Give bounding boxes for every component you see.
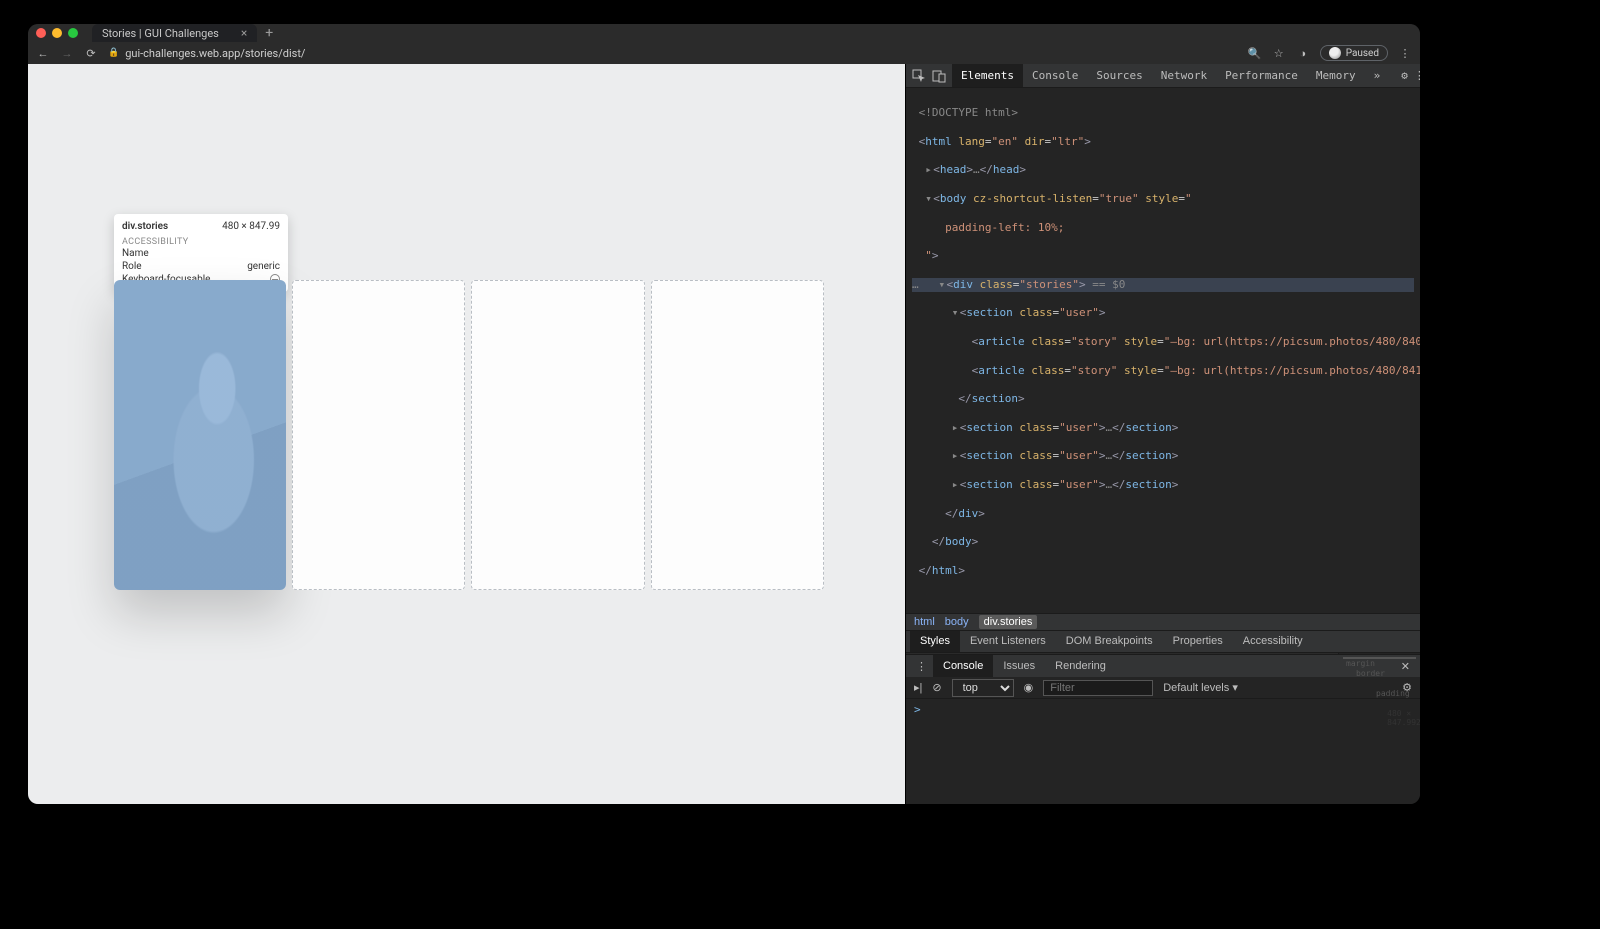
story-card-placeholder[interactable] xyxy=(471,280,645,590)
styles-tab-props[interactable]: Properties xyxy=(1163,631,1233,652)
styles-tab-listeners[interactable]: Event Listeners xyxy=(960,631,1056,652)
crumb-html[interactable]: html xyxy=(914,616,935,628)
console-sidebar-icon[interactable]: ▸| xyxy=(914,681,922,694)
console-drawer: ⋮ Console Issues Rendering ✕ ▸| ⊘ top ◉ … xyxy=(906,654,1420,804)
tooltip-role-value: generic xyxy=(247,261,280,272)
log-levels-select[interactable]: Default levels ▾ xyxy=(1163,681,1238,694)
styles-tab-a11y[interactable]: Accessibility xyxy=(1233,631,1313,652)
tab-memory[interactable]: Memory xyxy=(1307,64,1365,87)
kebab-icon[interactable]: ⋮ xyxy=(1414,68,1420,84)
device-toolbar-icon[interactable] xyxy=(932,68,946,84)
stories-grid[interactable] xyxy=(114,280,824,590)
drawer-close-icon[interactable]: ✕ xyxy=(1395,660,1416,673)
new-tab-button[interactable]: + xyxy=(265,25,273,41)
dom-tree[interactable]: <!DOCTYPE html> <html lang="en" dir="ltr… xyxy=(906,88,1420,613)
story-card-placeholder[interactable] xyxy=(651,280,825,590)
tab-console[interactable]: Console xyxy=(1023,64,1087,87)
tab-elements[interactable]: Elements xyxy=(952,64,1023,87)
tooltip-selector: div.stories xyxy=(122,221,168,232)
drawer-tab-console[interactable]: Console xyxy=(933,655,993,677)
settings-gear-icon[interactable]: ⚙ xyxy=(1401,68,1408,84)
avatar-icon xyxy=(1329,47,1341,59)
crumb-body[interactable]: body xyxy=(945,616,969,628)
console-filter-input[interactable] xyxy=(1043,680,1153,696)
tooltip-role-label: Role xyxy=(122,261,142,272)
console-prompt: > xyxy=(914,703,921,716)
styles-tab-styles[interactable]: Styles xyxy=(910,631,960,652)
styles-tab-dombp[interactable]: DOM Breakpoints xyxy=(1056,631,1163,652)
browser-tab[interactable]: Stories | GUI Challenges × xyxy=(92,24,257,42)
tab-title: Stories | GUI Challenges xyxy=(102,27,219,40)
box-model[interactable]: margin border padding 480 × 847.992 xyxy=(1343,657,1416,659)
forward-button[interactable]: → xyxy=(60,46,74,60)
tooltip-name-label: Name xyxy=(122,248,149,259)
tooltip-section: ACCESSIBILITY xyxy=(122,237,280,247)
traffic-lights xyxy=(36,28,78,38)
tab-close-icon[interactable]: × xyxy=(241,26,247,40)
drawer-tab-issues[interactable]: Issues xyxy=(993,655,1045,677)
tab-performance[interactable]: Performance xyxy=(1216,64,1307,87)
search-icon[interactable]: 🔍 xyxy=(1248,46,1262,60)
browser-toolbar: ← → ⟳ 🔒 gui-challenges.web.app/stories/d… xyxy=(28,42,1420,64)
maximize-window-button[interactable] xyxy=(68,28,78,38)
tooltip-size: 480 × 847.99 xyxy=(222,221,280,232)
eye-icon[interactable]: ◉ xyxy=(1024,681,1034,694)
address-bar[interactable]: 🔒 gui-challenges.web.app/stories/dist/ xyxy=(108,47,305,60)
bookmark-icon[interactable]: ☆ xyxy=(1272,46,1286,60)
profile-label: Paused xyxy=(1346,48,1379,59)
minimize-window-button[interactable] xyxy=(52,28,62,38)
crumb-selected[interactable]: div.stories xyxy=(979,615,1038,629)
devtools-panel: Elements Console Sources Network Perform… xyxy=(905,64,1420,804)
context-select[interactable]: top xyxy=(952,679,1014,697)
profile-chip[interactable]: Paused xyxy=(1320,45,1388,61)
lock-icon: 🔒 xyxy=(108,48,119,58)
drawer-kebab-icon[interactable]: ⋮ xyxy=(910,660,933,673)
console-body[interactable]: > xyxy=(906,699,1420,804)
story-card-selected[interactable] xyxy=(114,280,286,590)
inspect-element-icon[interactable] xyxy=(912,68,926,84)
clear-console-icon[interactable]: ⊘ xyxy=(932,681,941,694)
tab-network[interactable]: Network xyxy=(1152,64,1216,87)
back-button[interactable]: ← xyxy=(36,46,50,60)
tab-sources[interactable]: Sources xyxy=(1087,64,1151,87)
tabs-overflow-icon[interactable]: » xyxy=(1365,64,1390,87)
extension-icon[interactable]: ◑ xyxy=(1296,46,1310,60)
reload-button[interactable]: ⟳ xyxy=(84,46,98,60)
story-card-placeholder[interactable] xyxy=(292,280,466,590)
close-window-button[interactable] xyxy=(36,28,46,38)
kebab-menu-icon[interactable]: ⋮ xyxy=(1398,46,1412,60)
drawer-tab-rendering[interactable]: Rendering xyxy=(1045,655,1116,677)
url-text: gui-challenges.web.app/stories/dist/ xyxy=(125,47,305,60)
page-viewport: div.stories 480 × 847.99 ACCESSIBILITY Na… xyxy=(28,64,905,804)
window-titlebar: Stories | GUI Challenges × + xyxy=(28,24,1420,42)
breadcrumb[interactable]: html body div.stories xyxy=(906,613,1420,631)
styles-pane-tabs: Styles Event Listeners DOM Breakpoints P… xyxy=(906,631,1420,653)
devtools-toolbar: Elements Console Sources Network Perform… xyxy=(906,64,1420,88)
